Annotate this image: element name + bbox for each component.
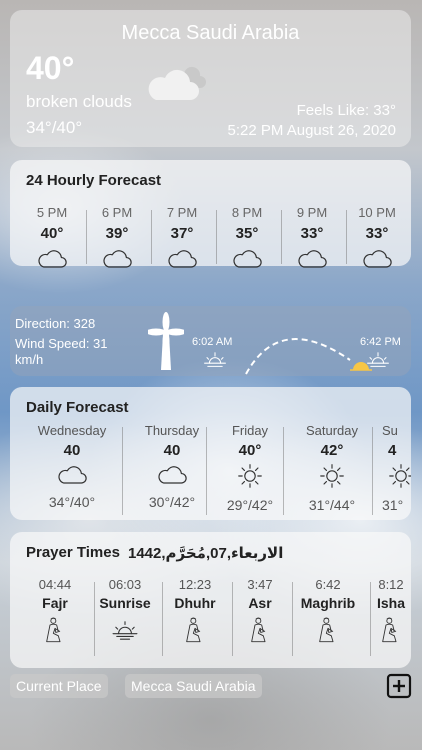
daily-item: Saturday 42° 31°/44° — [280, 423, 384, 513]
wind-direction: Direction: 328 — [15, 316, 96, 331]
prayer-time: 3:47 — [247, 577, 273, 592]
city-name: Mecca Saudi Arabia — [121, 22, 300, 44]
hour-label: 7 PM — [166, 205, 198, 220]
windmill-icon — [146, 312, 186, 377]
cloud-icon — [345, 247, 409, 275]
hourly-item: 9 PM 33° — [280, 205, 344, 275]
prayer-name: Asr — [248, 595, 272, 611]
hour-temp: 35° — [235, 225, 259, 242]
hour-label: 6 PM — [101, 205, 133, 220]
daily-forecast-card[interactable]: Daily Forecast Wednesday 40 34°/40° Thur… — [10, 387, 411, 520]
daily-item: Wednesday 40 34°/40° — [20, 423, 124, 510]
praying-person-icon — [293, 615, 363, 650]
hour-temp: 33° — [300, 225, 324, 242]
praying-person-icon — [160, 615, 230, 650]
current-temp: 40° — [26, 50, 75, 86]
cloud-icon — [150, 247, 214, 275]
prayer-item: 06:03 Sunrise — [90, 577, 160, 646]
sun-icon — [388, 463, 411, 494]
hourly-item: 5 PM 40° — [20, 205, 84, 275]
sunrise-icon — [203, 350, 227, 375]
hourly-item: 6 PM 39° — [85, 205, 149, 275]
prayer-item: 3:47 Asr — [225, 577, 295, 650]
day-range: 31°/44° — [308, 497, 356, 513]
sun-icon — [280, 463, 384, 494]
date-time: 5:22 PM August 26, 2020 — [227, 122, 396, 139]
hour-temp: 37° — [170, 225, 194, 242]
praying-person-icon — [371, 615, 411, 650]
prayer-time: 6:42 — [315, 577, 341, 592]
wind-speed: Wind Speed: 31 — [15, 336, 108, 351]
plus-icon[interactable] — [386, 673, 412, 704]
cloud-icon — [85, 247, 149, 275]
day-temp: 4 — [388, 442, 397, 459]
prayer-time: 04:44 — [38, 577, 72, 592]
day-temp: 40 — [63, 442, 81, 459]
prayer-title: Prayer Times — [26, 544, 120, 561]
temp-range: 34°/40° — [26, 118, 83, 137]
divider — [372, 427, 373, 515]
sunrise-time: 6:02 AM — [192, 336, 233, 348]
hourly-title: 24 Hourly Forecast — [26, 172, 162, 189]
sunrise-icon — [90, 619, 160, 646]
day-temp: 42° — [320, 442, 344, 459]
prayer-item: 12:23 Dhuhr — [160, 577, 230, 650]
prayer-item: 6:42 Maghrib — [293, 577, 363, 650]
city-tab-button[interactable]: Mecca Saudi Arabia — [125, 674, 262, 698]
cloud-icon — [20, 247, 84, 275]
hour-label: 5 PM — [36, 205, 68, 220]
cloud-icon — [280, 247, 344, 275]
prayer-item: 8:12 Isha — [371, 577, 411, 650]
current-place-button[interactable]: Current Place — [10, 674, 108, 698]
hour-temp: 33° — [365, 225, 389, 242]
cloud-icon — [20, 463, 124, 491]
wind-unit: km/h — [15, 352, 44, 367]
hour-label: 8 PM — [231, 205, 263, 220]
hijri-date: الاربعاء,07,مُحَرَّم,1442 — [128, 545, 284, 562]
hour-temp: 40° — [40, 225, 64, 242]
day-name: Saturday — [305, 423, 359, 438]
prayer-times-card[interactable]: Prayer Times الاربعاء,07,مُحَرَّم,1442 0… — [10, 532, 411, 668]
hour-label: 10 PM — [358, 205, 396, 220]
current-weather-card: Mecca Saudi Arabia 40° broken clouds 34°… — [10, 10, 411, 147]
hourly-item: 8 PM 35° — [215, 205, 279, 275]
hourly-item: 7 PM 37° — [150, 205, 214, 275]
feels-like: Feels Like: 33° — [296, 102, 396, 119]
praying-person-icon — [225, 615, 295, 650]
hourly-forecast-card[interactable]: 24 Hourly Forecast 5 PM 40° 6 PM 39° 7 P… — [10, 160, 411, 266]
day-range: 34°/40° — [48, 494, 96, 510]
day-range: 31° — [382, 497, 404, 513]
day-name: Su — [382, 423, 398, 438]
prayer-time: 8:12 — [378, 577, 404, 592]
cloud-icon — [215, 247, 279, 275]
sun-position-icon — [350, 358, 372, 377]
prayer-item: 04:44 Fajr — [20, 577, 90, 650]
prayer-name: Maghrib — [300, 595, 356, 611]
daily-item: Su 4 31° — [382, 423, 411, 513]
prayer-time: 12:23 — [178, 577, 212, 592]
praying-person-icon — [20, 615, 90, 650]
wind-sun-card: Direction: 328 Wind Speed: 31 km/h 6:02 … — [10, 306, 411, 376]
prayer-name: Isha — [376, 595, 405, 611]
broken-clouds-icon — [144, 60, 210, 109]
prayer-name: Dhuhr — [174, 595, 216, 611]
hour-label: 9 PM — [296, 205, 328, 220]
hourly-item: 10 PM 33° — [345, 205, 409, 275]
condition-text: broken clouds — [26, 92, 132, 111]
prayer-name: Fajr — [42, 595, 68, 611]
hour-temp: 39° — [105, 225, 129, 242]
daily-title: Daily Forecast — [26, 399, 129, 416]
day-name: Wednesday — [37, 423, 107, 438]
prayer-name: Sunrise — [99, 595, 151, 611]
prayer-time: 06:03 — [108, 577, 142, 592]
